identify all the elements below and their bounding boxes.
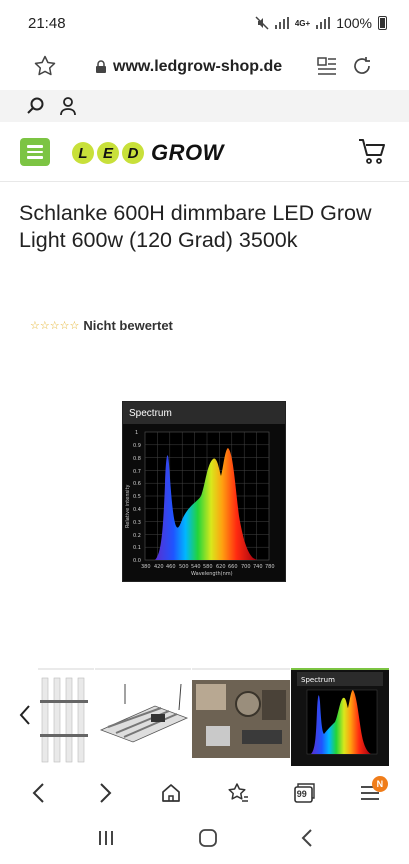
- signal-icon: [274, 17, 289, 29]
- y-tick: 0.4: [133, 507, 141, 513]
- back-system-icon[interactable]: [300, 828, 314, 853]
- x-tick: 620: [216, 564, 226, 570]
- y-tick: 0.9: [133, 443, 141, 449]
- recent-apps-icon[interactable]: [96, 829, 116, 852]
- spectrum-graphic: 1 0.9 0.8 0.7 0.6 0.5 0.4 0.3 0.2 0.1 0.…: [125, 430, 275, 577]
- reader-mode-icon[interactable]: [316, 55, 338, 77]
- thumbnail-prev-arrow-icon[interactable]: [18, 704, 32, 731]
- url-field[interactable]: www.ledgrow-shop.de: [95, 58, 282, 76]
- cart-icon[interactable]: [357, 136, 387, 171]
- browser-bottom-nav: 99 N: [0, 770, 409, 816]
- product-rating[interactable]: ☆☆☆☆☆ Nicht bewertet: [30, 318, 173, 333]
- status-time: 21:48: [28, 14, 66, 32]
- tabs-button[interactable]: 99: [282, 773, 326, 813]
- hamburger-menu-button[interactable]: [20, 138, 50, 166]
- user-icon[interactable]: [58, 96, 78, 116]
- bookmarks-icon[interactable]: [216, 773, 260, 813]
- status-icons: 4G+ 100%: [255, 15, 387, 31]
- y-tick: 0.7: [133, 469, 141, 475]
- tab-count: 99: [296, 789, 307, 799]
- image-caption: Spectrum: [129, 408, 172, 419]
- forward-icon[interactable]: [83, 773, 127, 813]
- y-tick: 0.5: [133, 494, 141, 500]
- search-icon[interactable]: [26, 96, 46, 116]
- logo-letter-d: D: [122, 142, 144, 164]
- product-title: Schlanke 600H dimmbare LED Grow Light 60…: [19, 201, 372, 252]
- thumbnail-3[interactable]: [192, 668, 290, 766]
- thumbnail-1[interactable]: [38, 668, 94, 766]
- system-nav-bar: [0, 816, 409, 864]
- thumbnail-4-active[interactable]: Spectrum: [291, 668, 389, 766]
- browser-menu-button[interactable]: N: [348, 773, 392, 813]
- site-header: L E D GROW: [0, 124, 409, 182]
- thumbnail-strip: Spectrum: [0, 668, 409, 768]
- rating-text: Nicht bewertet: [83, 318, 173, 333]
- x-tick: 380: [141, 564, 151, 570]
- logo-word: GROW: [151, 140, 224, 165]
- back-icon[interactable]: [17, 773, 61, 813]
- network-type: 4G+: [294, 18, 311, 28]
- x-tick: 780: [265, 564, 275, 570]
- site-logo[interactable]: L E D GROW: [72, 140, 224, 166]
- x-tick: 740: [253, 564, 263, 570]
- x-axis-label: Wavelength(nm): [191, 571, 233, 577]
- logo-letter-l: L: [72, 142, 94, 164]
- thumbnail-2[interactable]: [95, 668, 191, 766]
- site-utility-bar: [0, 90, 409, 122]
- mute-icon: [255, 16, 269, 30]
- bookmark-star-icon[interactable]: [33, 54, 57, 78]
- home-icon[interactable]: [149, 773, 193, 813]
- product-main-image[interactable]: Spectrum 1 0.9 0.8 0.7 0.6 0.5 0.4 0.3 0…: [122, 401, 286, 582]
- y-tick: 0.3: [133, 520, 141, 526]
- notification-badge: N: [371, 776, 388, 792]
- home-system-icon[interactable]: [197, 827, 219, 854]
- status-bar: 21:48 4G+ 100%: [0, 0, 409, 46]
- logo-letter-e: E: [97, 142, 119, 164]
- y-axis-label: Relative intensity: [125, 485, 131, 528]
- battery-icon: [378, 16, 387, 30]
- battery-percent: 100%: [336, 15, 372, 31]
- y-tick: 0.1: [133, 545, 141, 551]
- x-tick: 700: [241, 564, 251, 570]
- x-tick: 420: [154, 564, 164, 570]
- x-tick: 540: [191, 564, 201, 570]
- reload-icon[interactable]: [351, 55, 373, 77]
- signal-icon-2: [316, 17, 331, 29]
- x-tick: 460: [166, 564, 176, 570]
- x-tick: 500: [179, 564, 189, 570]
- x-tick: 660: [228, 564, 238, 570]
- x-tick: 580: [203, 564, 213, 570]
- url-text: www.ledgrow-shop.de: [113, 58, 283, 75]
- y-tick: 0.6: [133, 481, 141, 487]
- y-tick: 0.0: [133, 558, 141, 564]
- y-tick: 0.8: [133, 456, 141, 462]
- lock-icon: [96, 60, 106, 73]
- y-tick: 0.2: [133, 533, 141, 539]
- address-bar: www.ledgrow-shop.de: [0, 46, 409, 88]
- y-tick: 1: [135, 430, 138, 436]
- thumbnail-caption: Spectrum: [301, 676, 335, 684]
- rating-stars: ☆☆☆☆☆: [30, 320, 80, 332]
